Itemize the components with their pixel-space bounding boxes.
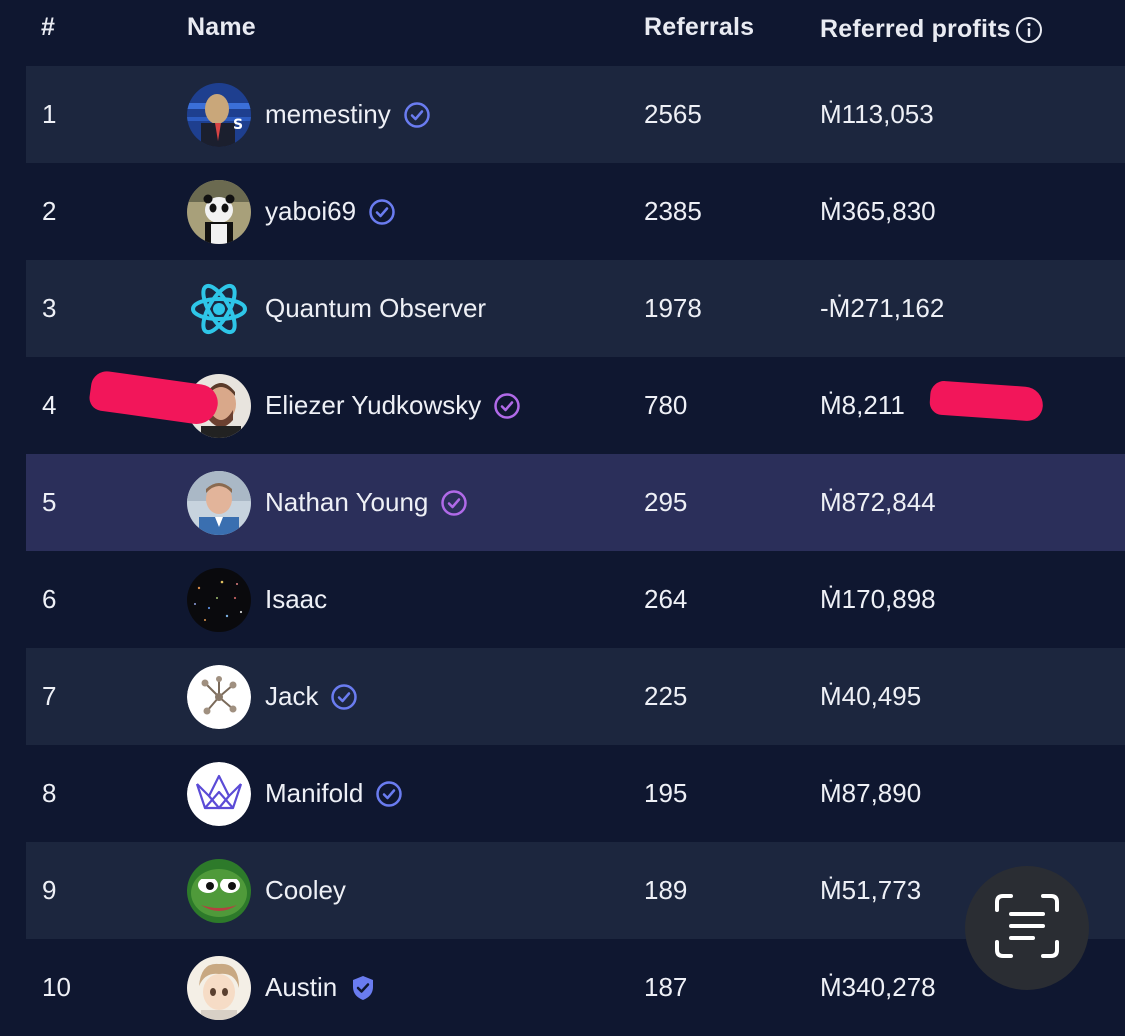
row-referrals: 2385 <box>644 196 702 226</box>
row-user[interactable]: S memestiny <box>187 66 431 163</box>
scan-text-icon <box>991 890 1063 967</box>
user-name[interactable]: Cooley <box>265 875 346 906</box>
verified-blue-icon <box>330 683 358 711</box>
header-profits[interactable]: Referred profits <box>820 15 1043 44</box>
row-referrals: 187 <box>644 972 688 1002</box>
avatar[interactable] <box>187 664 251 729</box>
header-name[interactable]: Name <box>187 13 256 42</box>
pepe-frog-icon[interactable] <box>187 858 251 923</box>
row-referrals: 264 <box>644 584 688 614</box>
row-rank: 10 <box>42 972 71 1002</box>
avatar[interactable] <box>187 179 251 244</box>
row-profits: Ṁ8,211 <box>820 390 905 420</box>
row-profits: -Ṁ271,162 <box>820 293 945 323</box>
table-row[interactable]: 7 Jack 225 Ṁ40,495 <box>26 648 1125 745</box>
row-rank: 6 <box>42 584 57 614</box>
user-name[interactable]: memestiny <box>265 99 391 130</box>
user-name[interactable]: Austin <box>265 972 337 1003</box>
verified-purple-icon <box>493 392 521 420</box>
table-row[interactable]: 3 Quantum Observer 1978 -Ṁ271,162 <box>26 260 1125 357</box>
shield-check-icon <box>349 974 377 1002</box>
row-referrals: 2565 <box>644 99 702 129</box>
user-name[interactable]: Quantum Observer <box>265 293 486 324</box>
verified-purple-icon <box>440 489 468 517</box>
scan-text-button[interactable] <box>965 866 1089 990</box>
row-profits: Ṁ872,844 <box>820 487 936 517</box>
row-rank: 2 <box>42 196 57 226</box>
avatar[interactable] <box>187 567 251 632</box>
leaderboard-table: # Name Referrals Referred profits 1 S me… <box>26 0 1125 1036</box>
table-row[interactable]: 2 yaboi69 2385 Ṁ365,830 <box>26 163 1125 260</box>
row-referrals: 295 <box>644 487 688 517</box>
user-name[interactable]: Nathan Young <box>265 487 428 518</box>
row-user[interactable]: Nathan Young <box>187 454 468 551</box>
row-user[interactable]: Austin <box>187 939 377 1036</box>
table-header: # Name Referrals Referred profits <box>26 0 1125 66</box>
row-profits: Ṁ340,278 <box>820 972 936 1002</box>
row-profits: Ṁ113,053 <box>820 99 934 129</box>
avatar[interactable]: S <box>187 82 251 147</box>
header-rank: # <box>41 13 56 41</box>
row-rank: 4 <box>42 390 57 420</box>
avatar[interactable] <box>187 955 251 1020</box>
row-user[interactable]: Eliezer Yudkowsky <box>187 357 521 454</box>
user-name[interactable]: yaboi69 <box>265 196 356 227</box>
row-rank: 9 <box>42 875 57 905</box>
manifold-logo-icon[interactable] <box>187 761 251 826</box>
table-row[interactable]: 9 Cooley 189 Ṁ51,773 <box>26 842 1125 939</box>
row-profits: Ṁ51,773 <box>820 875 922 905</box>
row-rank: 8 <box>42 778 57 808</box>
verified-blue-icon <box>403 101 431 129</box>
verified-blue-icon <box>368 198 396 226</box>
row-user[interactable]: Manifold <box>187 745 403 842</box>
row-user[interactable]: Isaac <box>187 551 327 648</box>
row-profits: Ṁ365,830 <box>820 196 936 226</box>
row-referrals: 1978 <box>644 293 702 323</box>
user-name[interactable]: Isaac <box>265 584 327 615</box>
row-referrals: 195 <box>644 778 688 808</box>
row-rank: 7 <box>42 681 57 711</box>
info-icon[interactable] <box>1015 16 1043 44</box>
row-rank: 3 <box>42 293 57 323</box>
row-referrals: 225 <box>644 681 688 711</box>
svg-text:S: S <box>233 117 243 133</box>
verified-blue-icon <box>375 780 403 808</box>
row-user[interactable]: Jack <box>187 648 358 745</box>
header-referrals[interactable]: Referrals <box>644 13 754 42</box>
row-profits: Ṁ170,898 <box>820 584 936 614</box>
table-row[interactable]: 1 S memestiny 2565 Ṁ113,053 <box>26 66 1125 163</box>
header-profits-label: Referred profits <box>820 15 1011 43</box>
avatar[interactable] <box>187 470 251 535</box>
row-profits: Ṁ40,495 <box>820 681 922 711</box>
row-user[interactable]: Cooley <box>187 842 346 939</box>
table-row[interactable]: 6 Isaac 264 Ṁ170,898 <box>26 551 1125 648</box>
row-rank: 5 <box>42 487 57 517</box>
table-row[interactable]: 10 Austin 187 Ṁ340,278 <box>26 939 1125 1036</box>
row-user[interactable]: Quantum Observer <box>187 260 486 357</box>
row-profits: Ṁ87,890 <box>820 778 922 808</box>
user-name[interactable]: Manifold <box>265 778 363 809</box>
row-referrals: 780 <box>644 390 688 420</box>
row-rank: 1 <box>42 99 57 129</box>
row-referrals: 189 <box>644 875 688 905</box>
user-name[interactable]: Eliezer Yudkowsky <box>265 390 481 421</box>
table-row[interactable]: 5 Nathan Young 295 Ṁ872,844 <box>26 454 1125 551</box>
user-name[interactable]: Jack <box>265 681 318 712</box>
atom-icon[interactable] <box>187 277 251 341</box>
table-row[interactable]: 8 Manifold 195 Ṁ87,890 <box>26 745 1125 842</box>
row-user[interactable]: yaboi69 <box>187 163 396 260</box>
